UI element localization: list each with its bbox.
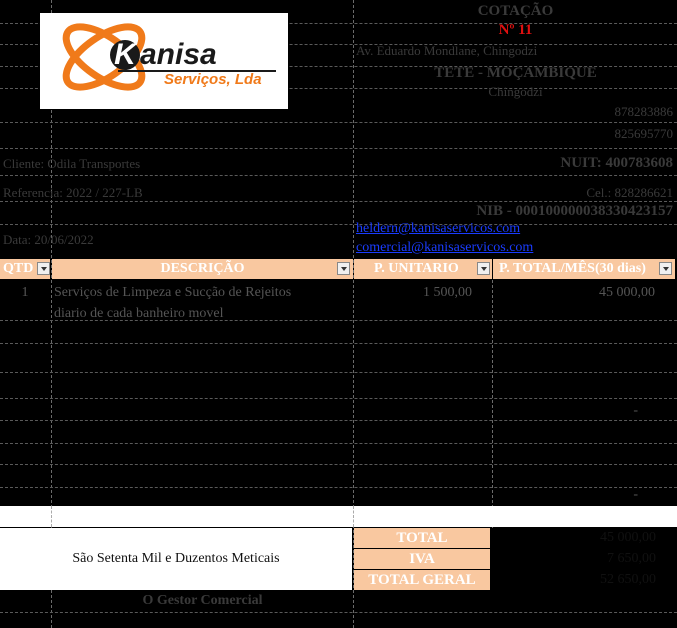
row-qty: 1 [21,285,29,300]
column-header-label: P. TOTAL/MÊS(30 dias) [499,261,646,276]
company-phone-2: 825695770 [614,126,674,141]
column-header-unit-price[interactable]: P. UNITARIO [354,259,492,279]
grid-line [0,201,677,202]
grid-line [0,372,677,373]
column-header-total[interactable]: P. TOTAL/MÊS(30 dias) [493,259,675,279]
grid-line [0,224,677,225]
grid-line [0,175,677,176]
row-total: 45 000,00 [599,285,655,300]
grid-line [0,343,677,344]
total-label: TOTAL [354,528,490,548]
filter-dropdown-icon[interactable] [337,262,350,275]
company-address: Av. Eduardo Mondlane, Chingodzi [356,43,538,58]
column-header-label: QTD [3,261,34,276]
filter-dropdown-icon[interactable] [659,262,672,275]
company-logo: Kanisa Serviços, Lda [40,13,288,109]
iva-value: 7 650,00 [607,551,656,566]
grid-line [0,464,677,465]
iva-label: IVA [354,549,490,569]
company-phone-1: 878283886 [614,104,674,119]
filter-dropdown-icon[interactable] [477,262,490,275]
column-header-description[interactable]: DESCRIÇÃO [52,259,353,279]
signature-title: O Gestor Comercial [142,593,263,608]
separator-band [0,506,677,527]
email-link-1[interactable]: heldern@kanisaservicos.com [356,221,520,237]
email-link-2[interactable]: comercial@kanisaservicos.com [356,240,533,256]
grid-line [0,420,677,421]
company-cell: Cel.: 828286621 [586,185,673,200]
brand-initial: K [110,40,140,70]
company-city: TETE - MOÇAMBIQUE [434,65,597,81]
column-header-label: DESCRIÇÃO [160,261,245,276]
grid-line [51,506,52,527]
doc-number: Nº 11 [498,22,533,38]
doc-type: COTAÇÃO [477,3,554,19]
amount-in-words: São Setenta Mil e Duzentos Meticais [0,528,352,590]
column-header-qty[interactable]: QTD [0,259,50,279]
client-reference: Referencia: 2022 / 227-LB [3,185,143,200]
filter-dropdown-icon[interactable] [37,262,50,275]
brand-rest: anisa [140,38,217,71]
company-nib: NIB - 000100000038330423157 [476,203,673,219]
row-description-line-1: Serviços de Limpeza e Sucção de Rejeitos [54,285,292,300]
grand-total-label: TOTAL GERAL [354,570,490,590]
grid-line [0,443,677,444]
company-subcity: Chingodzi [488,84,543,99]
brand-tagline: Serviços, Lda [164,71,262,88]
total-value: 45 000,00 [600,530,656,545]
brand-name: Kanisa [110,39,217,71]
client-date: Data: 20/06/2022 [3,232,94,247]
row-dash: - [633,487,638,502]
company-nuit: NUIT: 400783608 [560,155,673,171]
grid-line [353,506,354,527]
grid-line [0,398,677,399]
row-unit-price: 1 500,00 [423,285,472,300]
row-description-line-2: diario de cada banheiro movel [54,306,224,321]
column-header-label: P. UNITARIO [374,261,459,276]
grid-line [0,148,677,149]
grand-total-value: 52 650,00 [600,572,656,587]
grid-line [0,612,677,613]
grid-line [0,122,677,123]
client-name: Cliente: Odila Transportes [3,156,141,171]
row-dash: - [633,403,638,418]
